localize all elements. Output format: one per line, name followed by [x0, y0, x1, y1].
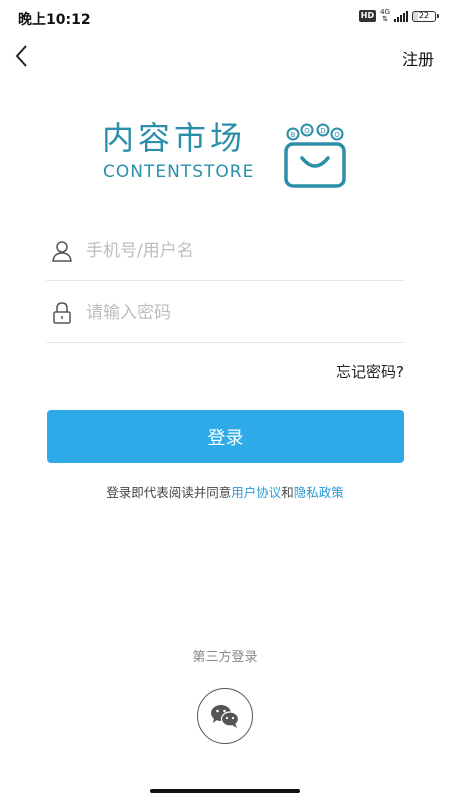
content-store-logo: 内容市场 CONTENTSTORE B O D O [100, 118, 352, 190]
agreement-conjunction: 和 [281, 485, 294, 500]
bag-letter-1: B [291, 131, 296, 139]
network-arrows-icon: ⇅ [382, 15, 388, 23]
user-icon [52, 241, 72, 262]
back-button[interactable] [10, 40, 40, 72]
logo-title-cn: 内容市场 [102, 119, 247, 157]
agreement-text: 登录即代表阅读并同意用户协议和隐私政策 [0, 482, 450, 501]
bag-letter-4: O [334, 131, 340, 139]
status-indicators: HD 4G ⇅ 22 [358, 9, 439, 23]
wechat-icon [211, 705, 240, 728]
agreement-prefix: 登录即代表阅读并同意 [106, 485, 232, 500]
register-link[interactable]: 注册 [402, 46, 434, 70]
password-input[interactable] [86, 298, 386, 328]
forgot-password-link[interactable]: 忘记密码? [336, 361, 404, 382]
battery-icon: 22 [412, 10, 439, 22]
bag-letter-3: D [320, 127, 325, 135]
password-field [46, 284, 404, 343]
user-agreement-link[interactable]: 用户协议 [231, 485, 281, 500]
username-input[interactable] [86, 236, 386, 266]
top-nav: 注册 [0, 34, 450, 80]
hd-badge: HD [358, 10, 377, 22]
battery-level: 22 [418, 10, 430, 20]
signal-icon [394, 10, 408, 22]
third-party-login-label: 第三方登录 [192, 650, 258, 665]
privacy-policy-link[interactable]: 隐私政策 [294, 485, 344, 500]
chevron-left-icon [15, 45, 27, 67]
username-field [46, 222, 404, 281]
status-bar: 晚上10:12 HD 4G ⇅ 22 [0, 0, 450, 34]
wechat-login-button[interactable] [197, 688, 253, 744]
shopping-bag-icon: B O D O [284, 123, 346, 188]
home-indicator[interactable] [150, 789, 300, 793]
bag-letter-2: O [304, 127, 310, 135]
logo-title-en: CONTENTSTORE [103, 162, 255, 182]
lock-icon [53, 302, 71, 324]
login-button[interactable]: 登录 [47, 410, 404, 463]
status-time: 晚上10:12 [18, 12, 91, 28]
network-indicator: 4G ⇅ [380, 9, 390, 23]
